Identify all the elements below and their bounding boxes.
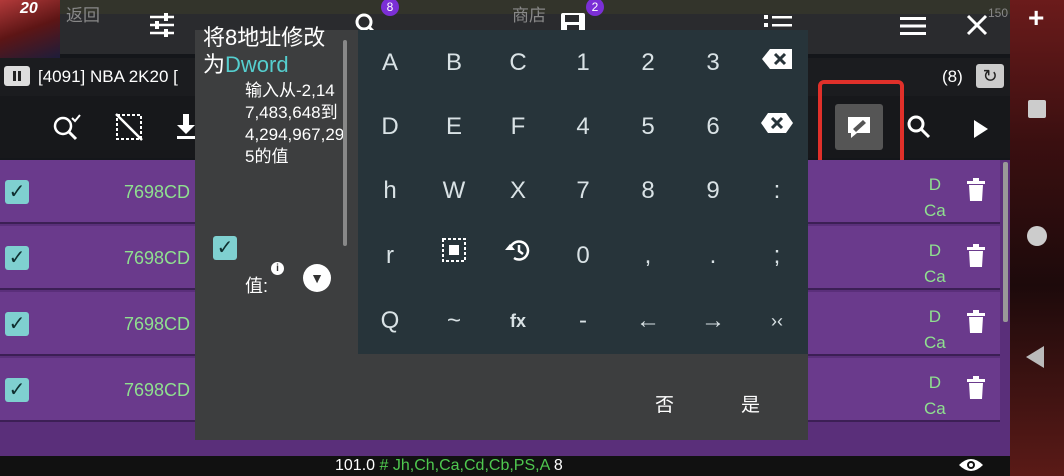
dialog-checkbox[interactable]: ✓ — [213, 236, 237, 260]
key-6[interactable]: 6 — [683, 97, 743, 157]
key-minus[interactable]: - — [553, 291, 613, 351]
row-type: D Ca — [924, 241, 946, 286]
key-0[interactable]: 0 — [553, 226, 613, 286]
value-label: 值: — [245, 276, 269, 296]
emulator-side-strip: + — [1010, 0, 1064, 476]
key-tilde[interactable]: ~ — [424, 291, 484, 351]
backspace-icon[interactable] — [747, 33, 807, 93]
row-address: 7698CD — [124, 380, 191, 400]
key-colon[interactable]: : — [747, 161, 807, 221]
select-all-icon[interactable] — [424, 226, 484, 286]
key-1[interactable]: 1 — [553, 33, 613, 93]
row-address: 7698CD — [124, 182, 191, 202]
recent-apps-icon[interactable] — [1028, 100, 1046, 118]
key-dot[interactable]: . — [683, 226, 743, 286]
pause-button[interactable] — [4, 66, 30, 86]
key-4[interactable]: 4 — [553, 97, 613, 157]
game-badge: 20 — [20, 0, 38, 17]
row-type: D Ca — [924, 373, 946, 418]
back-text: 返回 — [66, 6, 100, 25]
key-c[interactable]: C — [488, 33, 548, 93]
status-bar: 101.0 # Jh,Ch,Ca,Cd,Cb,PS,A 8 — [0, 456, 1010, 476]
edit-highlight-box — [818, 80, 904, 172]
add-icon[interactable]: + — [1028, 2, 1044, 34]
dialog-buttons: 否 是 — [358, 370, 808, 440]
play-icon[interactable] — [972, 116, 990, 147]
dialog-info-panel: 将8地址修改为Dword 输入从-2,147,483,648到4,294,967… — [195, 25, 355, 440]
key-2[interactable]: 2 — [618, 33, 678, 93]
yes-button[interactable]: 是 — [741, 390, 760, 417]
key-5[interactable]: 5 — [618, 97, 678, 157]
menu-icon[interactable] — [900, 16, 926, 41]
trash-icon[interactable] — [966, 178, 986, 209]
dialog-description: 输入从-2,147,483,648到4,294,967,295的值 — [245, 81, 345, 166]
key-fx[interactable]: fx — [488, 291, 548, 351]
row-address: 7698CD — [124, 248, 191, 268]
status-text: 101.0 # Jh,Ch,Ca,Cd,Cb,PS,A 8 — [335, 457, 563, 475]
key-f[interactable]: F — [488, 97, 548, 157]
trash-icon[interactable] — [966, 244, 986, 275]
process-title: [4091] NBA 2K20 [ — [38, 67, 178, 86]
status-count: 8 — [553, 457, 563, 474]
custom-keyboard: A B C 1 2 3 D E F 4 5 6 h W X 7 8 9 : r … — [358, 30, 808, 354]
key-x[interactable]: X — [488, 161, 548, 221]
key-3[interactable]: 3 — [683, 33, 743, 93]
key-9[interactable]: 9 — [683, 161, 743, 221]
key-comma[interactable]: , — [618, 226, 678, 286]
key-left-arrow[interactable]: ← — [618, 291, 678, 351]
key-a[interactable]: A — [360, 33, 420, 93]
download-icon[interactable] — [176, 112, 196, 147]
key-e[interactable]: E — [424, 97, 484, 157]
key-b[interactable]: B — [424, 33, 484, 93]
key-8[interactable]: 8 — [618, 161, 678, 221]
key-q[interactable]: Q — [360, 291, 420, 351]
no-button[interactable]: 否 — [655, 390, 674, 417]
close-icon[interactable] — [966, 14, 988, 41]
chevron-down-icon[interactable]: ▼ — [303, 264, 331, 292]
store-text: 商店 — [512, 6, 546, 25]
key-h[interactable]: h — [360, 161, 420, 221]
search-check-icon[interactable] — [52, 112, 82, 149]
result-count: (8) — [942, 67, 963, 86]
filter-icon[interactable] — [148, 12, 176, 43]
eye-icon[interactable] — [958, 454, 984, 476]
row-type: D Ca — [924, 175, 946, 220]
trash-icon[interactable] — [966, 310, 986, 341]
trash-icon[interactable] — [966, 376, 986, 407]
results-scrollbar[interactable] — [1003, 162, 1008, 322]
status-hash: # — [379, 457, 389, 474]
history-icon[interactable] — [488, 226, 548, 286]
home-icon[interactable] — [1027, 226, 1047, 246]
edit-value-dialog: 将8地址修改为Dword 输入从-2,147,483,648到4,294,967… — [195, 25, 808, 440]
row-checkbox[interactable]: ✓ — [5, 180, 29, 204]
key-right-arrow[interactable]: → — [683, 291, 743, 351]
game-thumbnail[interactable]: 20 — [0, 0, 60, 58]
row-type: D Ca — [924, 307, 946, 352]
key-7[interactable]: 7 — [553, 161, 613, 221]
key-r[interactable]: r — [360, 226, 420, 286]
key-semicolon[interactable]: ; — [747, 226, 807, 286]
row-address: 7698CD — [124, 314, 191, 334]
refresh-button[interactable]: ↻ — [976, 64, 1004, 88]
row-checkbox[interactable]: ✓ — [5, 246, 29, 270]
select-none-icon[interactable] — [114, 112, 144, 149]
key-d[interactable]: D — [360, 97, 420, 157]
status-registers: Jh,Ch,Ca,Cd,Cb,PS,A — [392, 457, 550, 474]
key-collapse[interactable]: ›‹ — [747, 291, 807, 351]
search-icon[interactable] — [906, 114, 932, 147]
row-checkbox[interactable]: ✓ — [5, 312, 29, 336]
status-value: 101.0 — [335, 457, 376, 474]
back-nav-icon[interactable] — [1026, 346, 1044, 368]
info-icon[interactable]: i — [271, 262, 284, 275]
delete-icon[interactable] — [747, 97, 807, 157]
right-count: 150 — [988, 6, 1009, 20]
key-w[interactable]: W — [424, 161, 484, 221]
dialog-scrollbar[interactable] — [343, 40, 347, 246]
dialog-title: 将8地址修改为Dword — [203, 25, 326, 77]
row-checkbox[interactable]: ✓ — [5, 378, 29, 402]
